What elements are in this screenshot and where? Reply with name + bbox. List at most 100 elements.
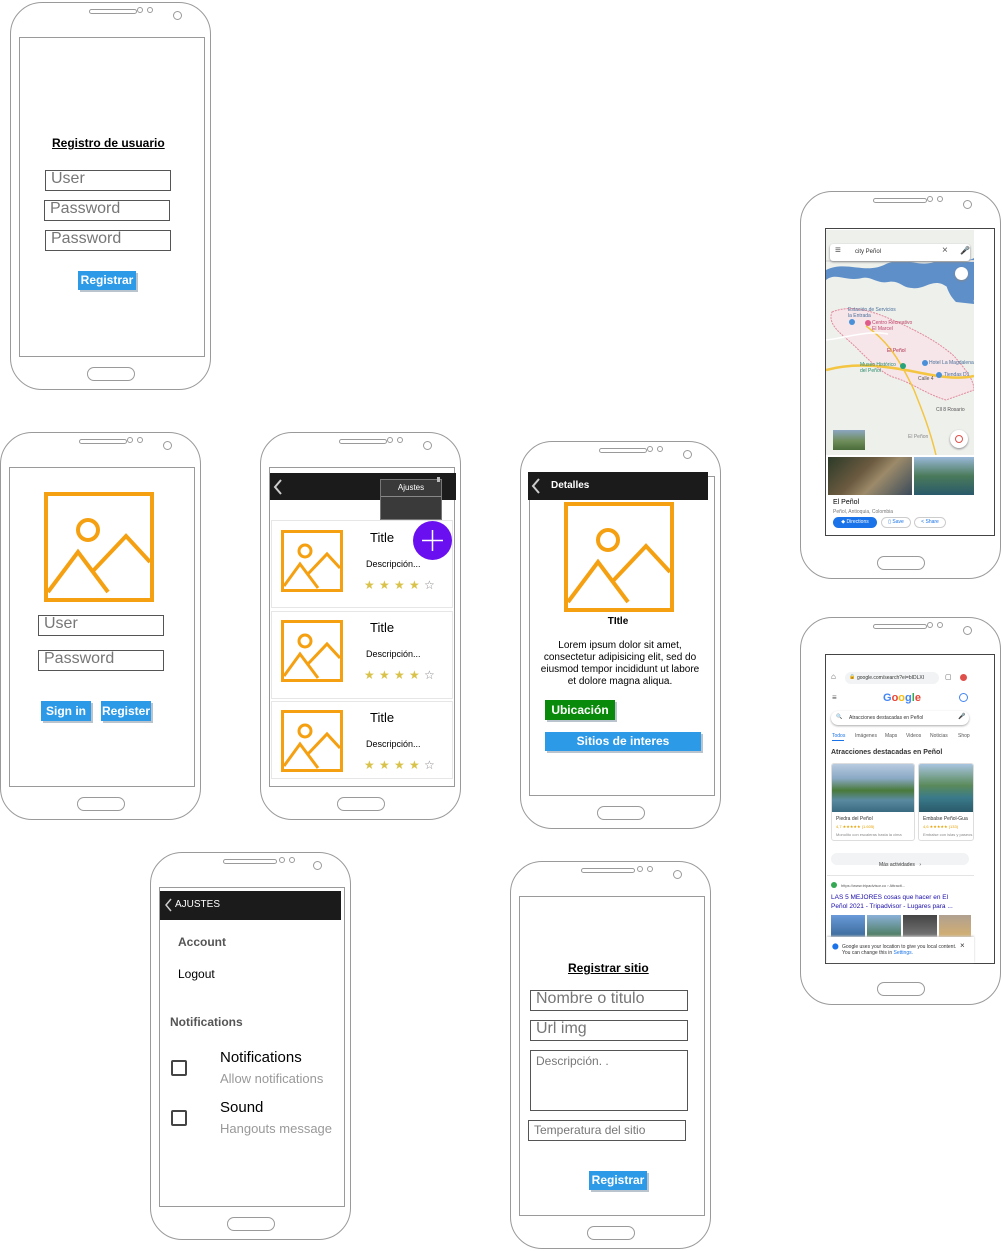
home-icon[interactable]: ⌂ bbox=[831, 672, 836, 681]
microphone-icon[interactable]: 🎤 bbox=[958, 713, 965, 720]
site-temperature-input[interactable]: Temperatura del sitio bbox=[528, 1120, 686, 1141]
camera-icon bbox=[423, 441, 432, 450]
attraction-desc: Embalse con islas y paseos bbox=[923, 832, 973, 837]
map-label-hotel: Hotel La Magdalena bbox=[929, 360, 974, 366]
site-register-button[interactable]: Registrar bbox=[589, 1171, 647, 1190]
menu-icon[interactable]: ≡ bbox=[832, 693, 837, 702]
star-filled-icon: ★ bbox=[409, 578, 420, 592]
attraction-card[interactable]: Embalse Peñol-Gua 4,6 ★★★★★ (133) Embals… bbox=[918, 763, 974, 841]
sensor-dot bbox=[397, 437, 403, 443]
home-button[interactable] bbox=[877, 556, 925, 570]
home-button[interactable] bbox=[337, 797, 385, 811]
sensor-dot bbox=[937, 196, 943, 202]
map-thumbnail[interactable] bbox=[833, 430, 865, 450]
sensor-dot bbox=[147, 7, 153, 13]
sitios-button[interactable]: Sitios de interes bbox=[545, 732, 701, 751]
password-input[interactable]: Password bbox=[44, 200, 170, 221]
back-icon[interactable] bbox=[164, 898, 172, 912]
home-button[interactable] bbox=[227, 1217, 275, 1231]
password-confirm-input[interactable]: Password bbox=[45, 230, 171, 251]
home-button[interactable] bbox=[587, 1226, 635, 1240]
my-location-button[interactable] bbox=[950, 430, 968, 448]
card-title: Title bbox=[370, 710, 395, 725]
menu-item-ajustes[interactable]: Ajustes bbox=[381, 483, 441, 492]
tab-videos[interactable]: Videos bbox=[906, 733, 921, 739]
star-empty-icon: ☆ bbox=[424, 578, 435, 592]
notifications-subtitle: Allow notifications bbox=[220, 1071, 324, 1086]
google-logo: Google bbox=[883, 692, 921, 704]
tab-todos[interactable]: Todos bbox=[832, 733, 845, 739]
logout-label[interactable]: Logout bbox=[178, 967, 215, 981]
menu-divider bbox=[381, 496, 441, 497]
share-button[interactable]: < Share bbox=[914, 517, 946, 528]
notifications-checkbox[interactable] bbox=[171, 1060, 187, 1076]
site-description-input[interactable]: Descripción. . bbox=[530, 1050, 688, 1111]
maps-search-bar[interactable] bbox=[830, 244, 970, 261]
result-title[interactable]: LAS 5 MEJORES cosas que hacer en El Peño… bbox=[831, 894, 963, 911]
sensor-dot bbox=[289, 857, 295, 863]
home-button[interactable] bbox=[77, 797, 125, 811]
directions-button[interactable]: ◆ Directions bbox=[833, 517, 877, 528]
register-title: Registro de usuario bbox=[52, 136, 165, 150]
sensor-dot bbox=[927, 622, 933, 628]
login-password-input[interactable]: Password bbox=[38, 650, 164, 671]
ubicacion-button[interactable]: Ubicación bbox=[545, 700, 615, 720]
place-subtitle: Peñol, Antioquia, Colombia bbox=[833, 509, 894, 515]
home-button[interactable] bbox=[87, 367, 135, 381]
bookmark-icon: ▯ bbox=[888, 519, 891, 525]
back-icon[interactable] bbox=[531, 478, 541, 494]
sign-in-button[interactable]: Sign in bbox=[41, 701, 91, 721]
site-url-input[interactable]: Url img bbox=[530, 1020, 688, 1041]
card-title: Title bbox=[370, 620, 395, 635]
register-button[interactable]: Registrar bbox=[78, 271, 136, 290]
location-pin-icon: ⬤ bbox=[832, 944, 839, 950]
layers-icon[interactable] bbox=[955, 267, 968, 280]
close-icon[interactable]: × bbox=[960, 941, 965, 950]
user-input[interactable]: User bbox=[45, 170, 171, 191]
result-image bbox=[831, 915, 865, 937]
sensor-dot bbox=[637, 866, 643, 872]
home-button[interactable] bbox=[597, 806, 645, 820]
avatar[interactable] bbox=[959, 693, 968, 702]
sensor-dot bbox=[137, 437, 143, 443]
close-icon[interactable] bbox=[960, 674, 967, 681]
result-image bbox=[867, 915, 901, 937]
attraction-card[interactable]: Piedra del Peñol 4,7 ★★★★★ (1.605) Monol… bbox=[831, 763, 915, 841]
account-label[interactable]: Account bbox=[178, 935, 226, 949]
attraction-photo bbox=[919, 764, 973, 812]
site-name-input[interactable]: Nombre o titulo bbox=[530, 990, 688, 1011]
back-icon[interactable] bbox=[273, 479, 283, 495]
divider bbox=[827, 875, 974, 876]
sensor-dot bbox=[647, 866, 653, 872]
tab-shop[interactable]: Shop bbox=[958, 733, 970, 739]
sound-checkbox[interactable] bbox=[171, 1110, 187, 1126]
save-button[interactable]: ▯ Save bbox=[881, 517, 911, 528]
tab-noticias[interactable]: Noticias bbox=[930, 733, 948, 739]
sensor-dot bbox=[279, 857, 285, 863]
tab-maps[interactable]: Maps bbox=[885, 733, 897, 739]
speaker bbox=[873, 624, 927, 629]
map-view[interactable] bbox=[826, 230, 974, 455]
settings-link[interactable]: Settings. bbox=[894, 950, 913, 956]
rating-stars: ★ ★ ★ ★ ☆ bbox=[364, 759, 444, 773]
login-register-button[interactable]: Register bbox=[101, 701, 151, 721]
star-filled-icon: ★ bbox=[394, 758, 405, 772]
home-button[interactable] bbox=[877, 982, 925, 996]
logo-letter: e bbox=[914, 692, 921, 704]
more-activities-button[interactable]: Más actividades › bbox=[831, 853, 969, 868]
place-photos[interactable] bbox=[826, 457, 974, 495]
card-description: Descripción... bbox=[366, 649, 421, 659]
clear-icon[interactable]: × bbox=[942, 245, 948, 256]
menu-icon[interactable]: ≡ bbox=[835, 245, 841, 256]
map-label-south: Cll 8 Rosario bbox=[936, 407, 965, 413]
camera-icon bbox=[163, 441, 172, 450]
login-user-input[interactable]: User bbox=[38, 615, 164, 636]
microphone-icon[interactable]: 🎤 bbox=[960, 246, 970, 255]
tab-imagenes[interactable]: Imágenes bbox=[855, 733, 877, 739]
star-empty-icon: ☆ bbox=[424, 758, 435, 772]
add-fab-button[interactable] bbox=[413, 521, 452, 560]
image-placeholder-icon bbox=[44, 492, 154, 602]
result-images[interactable] bbox=[831, 915, 971, 937]
speaker bbox=[223, 859, 277, 864]
tabs-icon[interactable]: ▢ bbox=[945, 673, 952, 681]
